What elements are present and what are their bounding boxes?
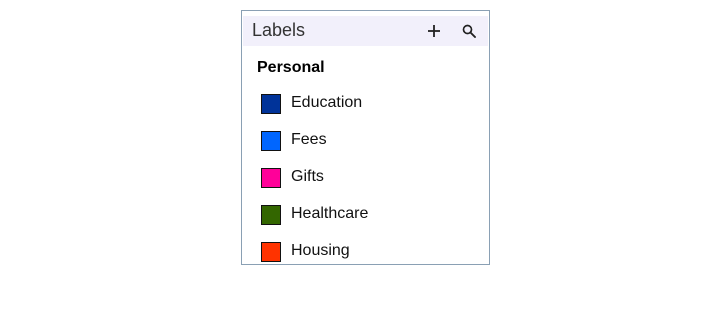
labels-panel: Labels Personal Education Fees Gifts Hea…	[241, 10, 490, 265]
label-item-housing[interactable]: Housing	[242, 237, 489, 264]
color-swatch	[261, 242, 281, 262]
color-swatch	[261, 205, 281, 225]
color-swatch	[261, 131, 281, 151]
label-name: Housing	[291, 242, 350, 259]
label-name: Education	[291, 94, 363, 111]
label-item-fees[interactable]: Fees	[242, 126, 489, 156]
label-list: Education Fees Gifts Healthcare Housing	[242, 11, 489, 264]
label-item-gifts[interactable]: Gifts	[242, 163, 489, 193]
label-item-education[interactable]: Education	[242, 89, 489, 119]
label-item-healthcare[interactable]: Healthcare	[242, 200, 489, 230]
color-swatch	[261, 168, 281, 188]
label-name: Healthcare	[291, 205, 369, 222]
label-name: Gifts	[291, 168, 324, 185]
color-swatch	[261, 94, 281, 114]
label-name: Fees	[291, 131, 327, 148]
